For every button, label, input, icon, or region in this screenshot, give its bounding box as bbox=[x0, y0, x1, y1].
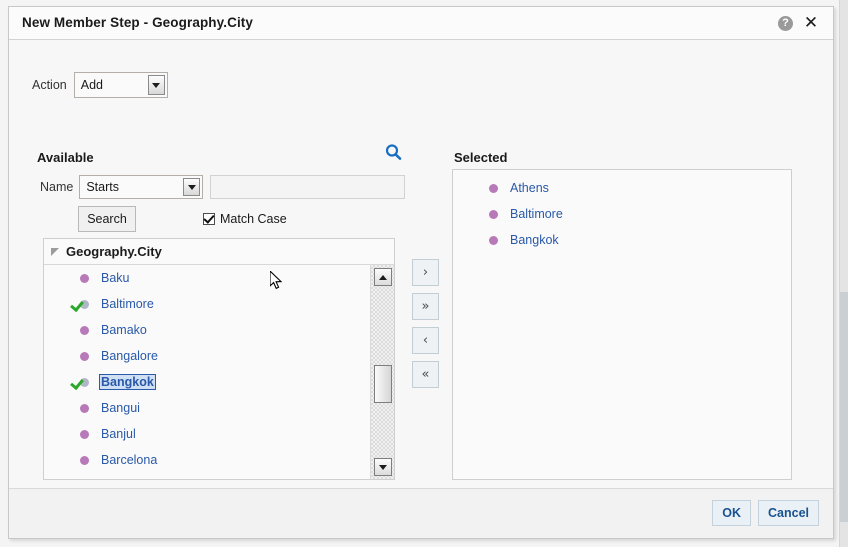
tree-item-label: Bangkok bbox=[99, 374, 156, 390]
member-bullet-icon bbox=[80, 403, 89, 413]
tree-title: Geography.City bbox=[66, 244, 162, 259]
move-right-button[interactable]: › bbox=[412, 259, 439, 286]
page-vertical-scrollbar[interactable] bbox=[839, 0, 848, 547]
tree-header[interactable]: Geography.City bbox=[44, 239, 394, 265]
tree-item[interactable]: Baltimore bbox=[44, 291, 369, 317]
tree-item-label: Bangalore bbox=[101, 349, 158, 363]
disclosure-triangle-icon[interactable] bbox=[51, 247, 59, 256]
member-bullet-icon bbox=[80, 429, 89, 439]
available-tree-panel: Geography.City Baku Baltimore Bamako Bangal… bbox=[43, 238, 395, 480]
cancel-button[interactable]: Cancel bbox=[758, 500, 819, 526]
name-filter-row: Name Starts bbox=[40, 175, 406, 199]
tree-item-label: Baku bbox=[101, 271, 130, 285]
chevron-down-icon[interactable] bbox=[147, 75, 165, 95]
member-bullet-icon bbox=[80, 273, 89, 283]
available-list-scrollbar[interactable] bbox=[370, 265, 394, 479]
move-all-right-button[interactable]: » bbox=[412, 293, 439, 320]
selected-list-item[interactable]: Athens bbox=[453, 175, 791, 201]
dialog-body: Action Add Available Name Starts Search … bbox=[9, 40, 833, 519]
tree-item-label: Bangui bbox=[101, 401, 140, 415]
member-bullet-icon bbox=[80, 351, 89, 361]
match-case-toggle[interactable]: Match Case bbox=[203, 212, 287, 226]
member-bullet-icon bbox=[489, 183, 498, 193]
dialog-titlebar: New Member Step - Geography.City ? ✕ bbox=[9, 7, 833, 40]
tree-item[interactable]: Barcelona bbox=[44, 447, 369, 473]
dialog-footer: OK Cancel bbox=[9, 488, 833, 538]
member-bullet-icon bbox=[80, 325, 89, 335]
selected-items-panel: Athens Baltimore Bangkok bbox=[452, 169, 792, 480]
action-label: Action bbox=[32, 78, 67, 92]
scroll-up-arrow-icon[interactable] bbox=[374, 268, 392, 286]
name-operator-value: Starts bbox=[86, 180, 119, 194]
match-case-label: Match Case bbox=[220, 212, 287, 226]
tree-item-label: Barcelona bbox=[101, 453, 158, 467]
help-icon[interactable]: ? bbox=[778, 16, 793, 31]
member-selected-check-icon bbox=[80, 299, 89, 309]
available-tree-body: Baku Baltimore Bamako Bangalore Bangkok Bangu… bbox=[44, 265, 394, 479]
search-button[interactable]: Search bbox=[78, 206, 136, 232]
available-heading: Available bbox=[37, 150, 94, 165]
selected-list-item-label: Baltimore bbox=[510, 207, 563, 221]
footer-buttons: OK Cancel bbox=[705, 500, 819, 526]
selected-heading: Selected bbox=[454, 150, 508, 165]
action-dropdown-value: Add bbox=[80, 78, 103, 92]
member-bullet-icon bbox=[80, 455, 89, 465]
selected-list-item-label: Athens bbox=[510, 181, 549, 195]
new-member-step-dialog: New Member Step - Geography.City ? ✕ Act… bbox=[8, 6, 834, 539]
tree-item[interactable]: Banjul bbox=[44, 421, 369, 447]
tree-item-label: Bamako bbox=[101, 323, 147, 337]
member-bullet-icon bbox=[489, 235, 498, 245]
move-left-button[interactable]: ‹ bbox=[412, 327, 439, 354]
page-scrollbar-thumb[interactable] bbox=[840, 292, 848, 522]
search-controls-row: Search Match Case bbox=[78, 206, 287, 232]
tree-item[interactable]: Baku bbox=[44, 265, 369, 291]
name-operator-dropdown[interactable]: Starts bbox=[79, 175, 204, 199]
match-case-checkbox[interactable] bbox=[203, 213, 215, 225]
member-selected-check-icon bbox=[80, 377, 89, 387]
chevron-down-icon[interactable] bbox=[183, 178, 201, 196]
action-dropdown[interactable]: Add bbox=[73, 72, 168, 98]
scroll-down-arrow-icon[interactable] bbox=[374, 458, 392, 476]
selected-list-item-label: Bangkok bbox=[510, 233, 559, 247]
tree-item[interactable]: Bamako bbox=[44, 317, 369, 343]
close-icon[interactable]: ✕ bbox=[802, 13, 820, 33]
transfer-buttons: › » ‹ « bbox=[412, 259, 439, 395]
name-label: Name bbox=[40, 180, 74, 194]
tree-item-label: Baltimore bbox=[101, 297, 154, 311]
name-search-input[interactable] bbox=[210, 175, 406, 199]
ok-button[interactable]: OK bbox=[712, 500, 751, 526]
member-bullet-icon bbox=[489, 209, 498, 219]
selected-list-item[interactable]: Baltimore bbox=[453, 201, 791, 227]
move-all-left-button[interactable]: « bbox=[412, 361, 439, 388]
available-item-list: Baku Baltimore Bamako Bangalore Bangkok Bangu… bbox=[44, 265, 369, 473]
dialog-title: New Member Step - Geography.City bbox=[22, 15, 253, 30]
action-row: Action Add bbox=[32, 72, 168, 98]
search-icon[interactable] bbox=[384, 143, 404, 163]
tree-item-label: Banjul bbox=[101, 427, 136, 441]
tree-item[interactable]: Bangalore bbox=[44, 343, 369, 369]
selected-list-item[interactable]: Bangkok bbox=[453, 227, 791, 253]
tree-item[interactable]: Bangui bbox=[44, 395, 369, 421]
scrollbar-thumb[interactable] bbox=[374, 365, 392, 403]
tree-item[interactable]: Bangkok bbox=[44, 369, 369, 395]
